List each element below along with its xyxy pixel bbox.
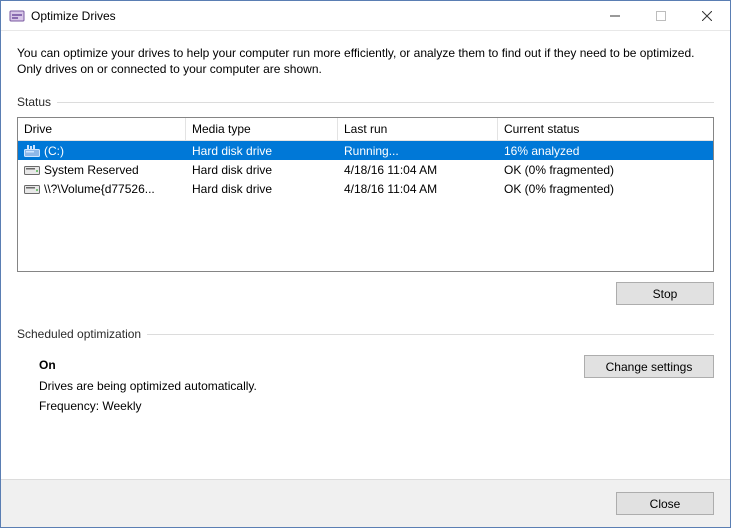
app-icon — [9, 8, 25, 24]
drive-status: OK (0% fragmented) — [498, 182, 713, 196]
drive-name: (C:) — [44, 144, 64, 158]
drive-icon — [24, 145, 40, 157]
footer: Close — [1, 479, 730, 527]
table-row[interactable]: System Reserved Hard disk drive4/18/16 11… — [18, 160, 713, 179]
schedule-on: On — [39, 355, 257, 375]
drive-status: OK (0% fragmented) — [498, 163, 713, 177]
change-settings-button[interactable]: Change settings — [584, 355, 714, 378]
table-row[interactable]: (C:) Hard disk driveRunning...16% analyze… — [18, 141, 713, 160]
drive-name: System Reserved — [44, 163, 139, 177]
drive-lastrun: 4/18/16 11:04 AM — [338, 182, 498, 196]
schedule-desc: Drives are being optimized automatically… — [39, 376, 257, 396]
close-window-button[interactable] — [684, 1, 730, 30]
drive-media: Hard disk drive — [186, 163, 338, 177]
maximize-button — [638, 1, 684, 30]
status-label: Status — [17, 95, 51, 109]
intro-text: You can optimize your drives to help you… — [17, 45, 714, 77]
schedule-label: Scheduled optimization — [17, 327, 141, 341]
titlebar: Optimize Drives — [1, 1, 730, 31]
schedule-freq: Frequency: Weekly — [39, 396, 257, 416]
drive-icon — [24, 183, 40, 195]
close-button[interactable]: Close — [616, 492, 714, 515]
schedule-section-label: Scheduled optimization — [17, 327, 714, 341]
window-title: Optimize Drives — [31, 9, 592, 23]
divider — [147, 334, 714, 335]
drive-status: 16% analyzed — [498, 144, 713, 158]
table-row[interactable]: \\?\Volume{d77526... Hard disk drive4/18/… — [18, 179, 713, 198]
drive-lastrun: 4/18/16 11:04 AM — [338, 163, 498, 177]
window-controls — [592, 1, 730, 30]
col-media[interactable]: Media type — [186, 118, 338, 141]
drives-list[interactable]: Drive Media type Last run Current status… — [17, 117, 714, 272]
status-section-label: Status — [17, 95, 714, 109]
minimize-button[interactable] — [592, 1, 638, 30]
stop-button[interactable]: Stop — [616, 282, 714, 305]
col-status[interactable]: Current status — [498, 118, 713, 141]
list-header: Drive Media type Last run Current status — [18, 118, 713, 141]
drive-lastrun: Running... — [338, 144, 498, 158]
drive-media: Hard disk drive — [186, 144, 338, 158]
drive-name: \\?\Volume{d77526... — [44, 182, 155, 196]
drive-media: Hard disk drive — [186, 182, 338, 196]
col-drive[interactable]: Drive — [18, 118, 186, 141]
col-lastrun[interactable]: Last run — [338, 118, 498, 141]
drive-icon — [24, 164, 40, 176]
divider — [57, 102, 714, 103]
